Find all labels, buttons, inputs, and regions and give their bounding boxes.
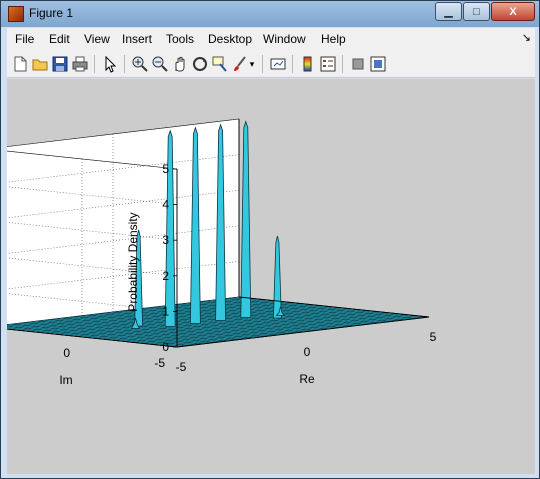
peak-spike xyxy=(272,236,282,319)
edit-plot-arrow-icon[interactable] xyxy=(101,55,119,73)
x-axis-label: Re xyxy=(299,372,315,386)
menu-desktop[interactable]: Desktop xyxy=(208,32,252,46)
menu-view[interactable]: View xyxy=(84,32,110,46)
save-icon[interactable] xyxy=(51,55,69,73)
menu-insert[interactable]: Insert xyxy=(122,32,152,46)
z-axis-label: Probability Density xyxy=(126,212,140,311)
hide-plot-tools-icon[interactable] xyxy=(349,55,367,73)
y-tick-label: 0 xyxy=(63,346,70,360)
menu-bar: File Edit View Insert Tools Desktop Wind… xyxy=(7,28,535,50)
figure-window: Figure 1 ▁ □ X File Edit View Insert Too… xyxy=(0,0,540,479)
toolbar-separator xyxy=(124,55,125,73)
z-tick-label: 5 xyxy=(162,162,169,176)
menu-help[interactable]: Help xyxy=(321,32,346,46)
print-icon[interactable] xyxy=(71,55,89,73)
menu-file[interactable]: File xyxy=(15,32,34,46)
y-axis-label: Im xyxy=(59,373,72,387)
x-tick-label: -5 xyxy=(176,360,187,374)
insert-colorbar-icon[interactable] xyxy=(299,55,317,73)
window-title: Figure 1 xyxy=(29,6,74,20)
show-plot-tools-icon[interactable] xyxy=(369,55,387,73)
minimize-button[interactable]: ▁ xyxy=(435,2,462,21)
dock-arrow-icon[interactable]: ↘ xyxy=(522,31,531,44)
menu-edit[interactable]: Edit xyxy=(49,32,70,46)
title-bar[interactable]: Figure 1 ▁ □ X xyxy=(1,1,539,27)
figure-toolbar: ▾ xyxy=(7,50,535,78)
menu-window[interactable]: Window xyxy=(263,32,306,46)
peak-spike xyxy=(240,120,252,318)
toolbar-separator xyxy=(342,55,343,73)
pan-hand-icon[interactable] xyxy=(171,55,189,73)
new-figure-icon[interactable] xyxy=(11,55,29,73)
y-tick-label: -5 xyxy=(154,356,165,370)
z-tick-label: 4 xyxy=(162,198,169,212)
toolbar-separator xyxy=(94,55,95,73)
data-cursor-icon[interactable] xyxy=(211,55,229,73)
z-tick-label: 0 xyxy=(162,340,169,354)
zoom-out-icon[interactable] xyxy=(151,55,169,73)
toolbar-separator xyxy=(292,55,293,73)
toolbar-separator xyxy=(262,55,263,73)
x-tick-label: 5 xyxy=(430,330,437,344)
insert-legend-icon[interactable] xyxy=(319,55,337,73)
matlab-icon xyxy=(8,6,24,22)
open-file-icon[interactable] xyxy=(31,55,49,73)
z-tick-label: 1 xyxy=(162,304,169,318)
menu-tools[interactable]: Tools xyxy=(166,32,194,46)
rotate-3d-icon[interactable] xyxy=(191,55,209,73)
z-tick-label: 2 xyxy=(162,269,169,283)
link-plot-icon[interactable] xyxy=(269,55,287,73)
z-tick-label: 3 xyxy=(162,233,169,247)
brush-menu-chevron-down-icon[interactable]: ▾ xyxy=(247,55,257,73)
x-tick-label: 0 xyxy=(304,345,311,359)
close-button[interactable]: X xyxy=(491,2,535,21)
zoom-in-icon[interactable] xyxy=(131,55,149,73)
maximize-button[interactable]: □ xyxy=(463,2,490,21)
surface-plot: 012345-505-505 Re Im Probability Density xyxy=(7,118,437,387)
figure-canvas[interactable]: 012345-505-505 Re Im Probability Density xyxy=(7,79,535,474)
